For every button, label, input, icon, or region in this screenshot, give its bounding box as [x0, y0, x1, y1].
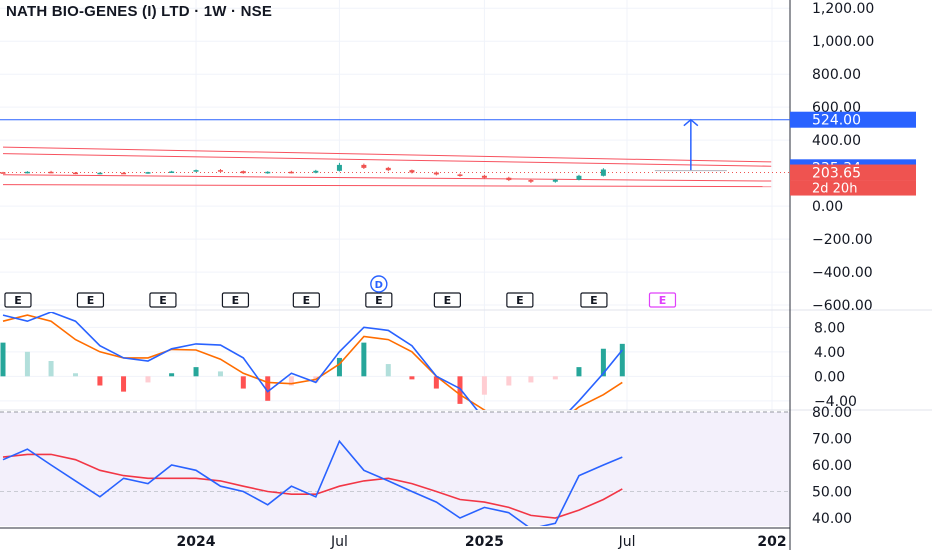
candle-body: [433, 172, 439, 175]
candle-body: [481, 175, 487, 178]
candle-body: [265, 171, 271, 174]
candle-body: [0, 172, 6, 174]
price-axis-tick-label: −200.00: [812, 232, 873, 248]
earnings-marker-label: E: [87, 294, 95, 307]
time-axis-tick-label: Jul: [330, 534, 348, 550]
macd-axis-tick-label: 4.00: [814, 345, 845, 361]
candle-body: [217, 170, 223, 172]
macd-histogram-bar: [576, 367, 582, 377]
earnings-marker-label: E: [659, 294, 667, 307]
candle-body: [72, 172, 78, 175]
candle-body: [240, 171, 246, 174]
rsi-axis-tick-label: 60.00: [812, 458, 852, 474]
rsi-axis-tick-label: 40.00: [812, 511, 852, 527]
rsi-axis-tick-label: 50.00: [812, 485, 852, 501]
time-axis-tick-label: 202: [757, 534, 786, 550]
price-axis-tick-label: 400.00: [812, 133, 861, 149]
earnings-marker-label: E: [444, 294, 452, 307]
macd-histogram-bar: [506, 376, 512, 386]
candle-body: [48, 171, 54, 174]
price-axis-tick-label: 1,200.00: [812, 1, 874, 17]
macd-histogram-bar: [48, 361, 54, 377]
earnings-marker-label: E: [375, 294, 383, 307]
earnings-marker-label: E: [303, 294, 311, 307]
time-axis-tick-label: Jul: [618, 534, 636, 550]
price-axis-tick-label: −600.00: [812, 298, 873, 314]
time-axis-tick-label: 2024: [177, 534, 216, 550]
candle-body: [528, 180, 534, 182]
macd-histogram-bar: [481, 376, 487, 395]
earnings-marker-label: E: [516, 294, 524, 307]
earnings-marker-label: E: [590, 294, 598, 307]
macd-histogram-bar: [169, 373, 175, 377]
countdown-label: 2d 20h: [812, 182, 857, 197]
chart-root[interactable]: E E E E E E E E E E D 1,200.00 1,000.00 800.00 600.00 4…: [0, 0, 932, 550]
macd-histogram-bar: [217, 371, 223, 377]
macd-histogram-bar: [145, 376, 151, 383]
price-axis-tick-label: 0.00: [812, 199, 843, 215]
rsi-axis-tick-label: 80.00: [812, 405, 852, 421]
macd-histogram-bar: [385, 364, 391, 377]
trend-line: [2, 184, 772, 188]
chart-title: NATH BIO-GENES (I) LTD · 1W · NSE: [6, 3, 273, 20]
macd-histogram-bar: [240, 376, 246, 389]
candle-body: [600, 169, 606, 176]
price-axis-tick-label: 1,000.00: [812, 34, 874, 50]
rsi-band: [0, 412, 790, 526]
candle-body: [24, 171, 30, 174]
macd-axis-tick-label: 0.00: [814, 369, 845, 385]
rsi-axis-tick-label: 70.00: [812, 432, 852, 448]
candle-body: [385, 167, 391, 171]
candle-body: [193, 170, 199, 172]
earnings-marker-label: E: [14, 294, 22, 307]
candle-body: [457, 174, 463, 176]
candle-body: [409, 170, 415, 173]
macd-histogram-bar: [552, 376, 558, 380]
macd-histogram-bar: [24, 351, 30, 377]
candle-body: [576, 175, 582, 180]
macd-histogram-bar: [361, 342, 367, 377]
candle-body: [361, 164, 367, 168]
macd-axis-tick-label: 8.00: [814, 320, 845, 336]
trend-line: [2, 174, 772, 182]
candle-body: [121, 172, 127, 175]
earnings-marker-label: E: [159, 294, 167, 307]
macd-histogram-bar: [409, 376, 415, 380]
candle-body: [288, 171, 294, 174]
price-axis-label: 524.00: [812, 113, 861, 129]
price-axis-label: 203.65: [812, 166, 861, 182]
earnings-marker-label: E: [232, 294, 240, 307]
time-axis-tick-label: 2025: [465, 534, 504, 550]
dividend-marker-label: D: [375, 280, 383, 291]
macd-histogram-bar: [97, 376, 103, 386]
macd-histogram-bar: [336, 357, 342, 377]
candle-body: [313, 170, 319, 173]
macd-histogram-bar: [121, 376, 127, 392]
candle-body: [145, 172, 151, 174]
candle-body: [169, 171, 175, 173]
macd-histogram-bar: [0, 342, 6, 377]
candle-body: [552, 179, 558, 182]
macd-histogram-bar: [619, 343, 625, 377]
macd-histogram-bar: [72, 373, 78, 377]
candle-body: [97, 172, 103, 175]
price-axis-tick-label: −400.00: [812, 265, 873, 281]
macd-histogram-bar: [193, 367, 199, 377]
chart-svg[interactable]: E E E E E E E E E ED1,200.001,000.00800.00600.004…: [0, 0, 932, 550]
price-axis-tick-label: 800.00: [812, 67, 861, 83]
candle-body: [336, 164, 342, 171]
macd-histogram-bar: [528, 376, 534, 383]
candle-body: [506, 177, 512, 181]
